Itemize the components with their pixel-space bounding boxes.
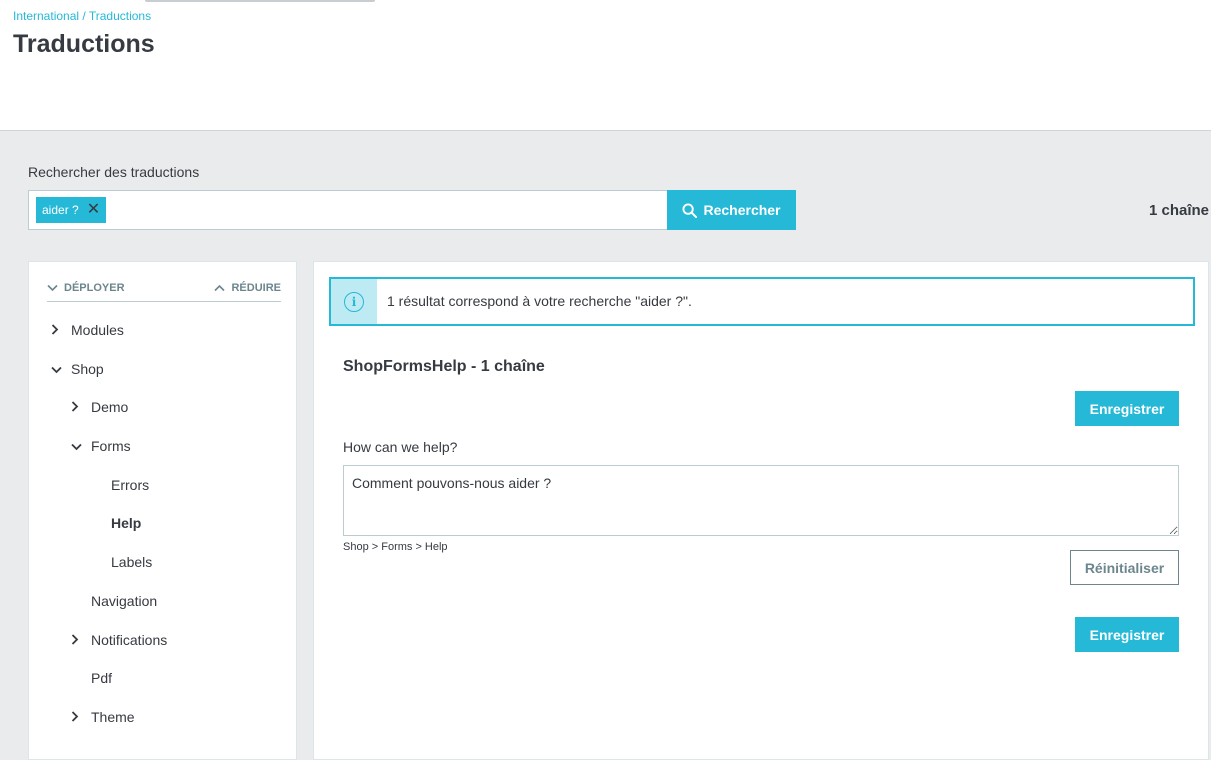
chevron-down-icon bbox=[47, 284, 58, 292]
search-icon bbox=[682, 202, 698, 218]
breadcrumb: International / Traductions bbox=[13, 9, 151, 23]
remove-tag-icon[interactable]: ✕ bbox=[87, 202, 100, 218]
tree-item-label: Demo bbox=[91, 399, 129, 415]
chevron-right-icon bbox=[71, 710, 91, 725]
tree-item-help[interactable]: Help bbox=[111, 515, 141, 531]
tree-item-modules[interactable]: Modules bbox=[51, 322, 124, 338]
chevron-right-icon bbox=[71, 633, 91, 648]
tree-item-label: Errors bbox=[111, 477, 150, 493]
scrollbar-sliver bbox=[145, 0, 375, 2]
breadcrumb-separator: / bbox=[79, 9, 89, 23]
expand-all-label: DÉPLOYER bbox=[64, 282, 125, 294]
search-input[interactable]: aider ? ✕ bbox=[28, 190, 668, 230]
tree-item-label: Theme bbox=[91, 709, 135, 725]
breadcrumb-traductions[interactable]: Traductions bbox=[89, 9, 151, 23]
chevron-down-icon bbox=[51, 362, 71, 377]
tree-item-errors[interactable]: Errors bbox=[111, 477, 149, 493]
page-title: Traductions bbox=[13, 30, 155, 58]
tree-item-notifications[interactable]: Notifications bbox=[71, 632, 167, 648]
search-button[interactable]: Rechercher bbox=[667, 190, 796, 230]
tree-item-forms[interactable]: Forms bbox=[71, 438, 131, 454]
chevron-right-icon bbox=[71, 400, 91, 415]
tree-controls: DÉPLOYER RÉDUIRE bbox=[47, 278, 281, 302]
tree-item-demo[interactable]: Demo bbox=[71, 399, 128, 415]
page-header: International / Traductions Traductions bbox=[0, 0, 1211, 131]
main-content: Rechercher des traductions aider ? ✕ Rec… bbox=[0, 131, 1211, 760]
collapse-all-button[interactable]: RÉDUIRE bbox=[214, 282, 281, 294]
collapse-all-label: RÉDUIRE bbox=[231, 282, 281, 294]
chevron-down-icon bbox=[71, 439, 91, 454]
tree-item-label: Help bbox=[111, 515, 142, 531]
tree-item-label: Modules bbox=[71, 322, 124, 338]
alert-icon-area: i bbox=[331, 279, 377, 324]
save-button-top[interactable]: Enregistrer bbox=[1075, 391, 1179, 426]
info-icon: i bbox=[344, 291, 364, 312]
tree-item-label: Labels bbox=[111, 554, 153, 570]
expand-all-button[interactable]: DÉPLOYER bbox=[47, 282, 125, 294]
total-count: 1 chaîne bbox=[1148, 202, 1209, 219]
tree-item-labels[interactable]: Labels bbox=[111, 554, 152, 570]
tree-item-theme[interactable]: Theme bbox=[71, 709, 135, 725]
chevron-right-icon bbox=[51, 323, 71, 338]
domain-title: ShopFormsHelp - 1 chaîne bbox=[343, 358, 545, 375]
tree-item-pdf[interactable]: Pdf bbox=[91, 670, 112, 686]
alert-message: 1 résultat correspond à votre recherche … bbox=[387, 293, 692, 309]
search-button-label: Rechercher bbox=[703, 202, 781, 218]
tree-item-navigation[interactable]: Navigation bbox=[91, 593, 157, 609]
chevron-up-icon bbox=[214, 284, 226, 292]
translation-path: Shop > Forms > Help bbox=[343, 541, 448, 553]
search-label: Rechercher des traductions bbox=[28, 164, 200, 180]
save-button-bottom[interactable]: Enregistrer bbox=[1075, 617, 1179, 652]
breadcrumb-international[interactable]: International bbox=[13, 9, 79, 23]
tree-item-shop[interactable]: Shop bbox=[51, 361, 104, 377]
search-tag-label: aider ? bbox=[42, 203, 79, 217]
translation-textarea[interactable]: Comment pouvons-nous aider ? bbox=[343, 465, 1179, 536]
search-tag: aider ? ✕ bbox=[36, 197, 107, 223]
tree-item-label: Shop bbox=[71, 361, 104, 377]
tree-item-label: Notifications bbox=[91, 632, 168, 648]
translation-tree: DÉPLOYER RÉDUIRE Modules Shop Demo Forms… bbox=[28, 261, 297, 760]
translation-results-panel: i 1 résultat correspond à votre recherch… bbox=[313, 261, 1209, 760]
source-string-label: How can we help? bbox=[343, 439, 458, 455]
search-result-alert: i 1 résultat correspond à votre recherch… bbox=[329, 277, 1195, 326]
tree-item-label: Navigation bbox=[91, 593, 158, 609]
reset-button[interactable]: Réinitialiser bbox=[1070, 550, 1179, 585]
tree-item-label: Forms bbox=[91, 438, 131, 454]
tree-item-label: Pdf bbox=[91, 670, 113, 686]
